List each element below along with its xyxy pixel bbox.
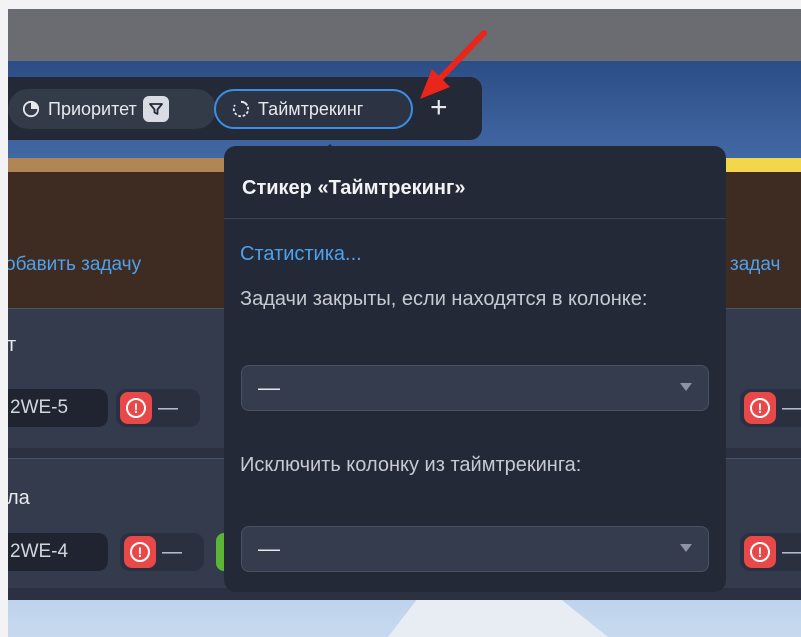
card-title: ла — [8, 487, 30, 509]
task-card[interactable]: ла 2WE-4 ! — — [8, 458, 230, 588]
ticket-id[interactable]: 2WE-5 — [8, 389, 108, 427]
popover-title: Стикер «Таймтрекинг» — [242, 177, 466, 199]
column-header-area — [8, 172, 230, 308]
app-frame: обавить задачу задач т 2WE-5 ! — ла 2WE-… — [8, 9, 801, 637]
filter-button[interactable] — [142, 96, 169, 122]
statistics-link[interactable]: Статистика... — [240, 243, 362, 266]
top-bar — [8, 9, 801, 61]
priority-chip[interactable]: Приоритет — [8, 89, 216, 129]
priority-value: — — [782, 540, 801, 563]
add-task-link[interactable]: обавить задачу — [8, 254, 141, 276]
priority-value: — — [162, 540, 182, 563]
task-card[interactable]: т 2WE-5 ! — — [8, 308, 230, 448]
dropdown-arrow-icon — [680, 383, 692, 391]
priority-field[interactable]: ! — — [120, 533, 204, 571]
alert-icon: ! — [124, 536, 156, 568]
priority-value: — — [158, 396, 178, 419]
pie-chart-icon — [22, 100, 40, 118]
priority-chip-label: Приоритет — [48, 98, 137, 119]
alert-icon: ! — [744, 392, 776, 424]
column-header-area — [720, 172, 801, 308]
priority-field[interactable]: ! — — [740, 389, 801, 427]
timer-icon — [232, 100, 250, 118]
task-card[interactable]: ! — — [720, 458, 801, 588]
task-card[interactable]: ! — — [720, 308, 801, 448]
dropdown-arrow-icon — [680, 544, 692, 552]
exclude-column-label: Исключить колонку из таймтрекинга: — [240, 454, 582, 476]
exclude-column-select[interactable]: — — [241, 526, 709, 572]
ticket-id[interactable]: 2WE-4 — [8, 533, 108, 571]
priority-value: — — [782, 396, 801, 419]
closed-column-select[interactable]: — — [241, 365, 709, 411]
select-value: — — [258, 375, 280, 400]
divider — [224, 218, 726, 219]
timetracking-chip[interactable]: Таймтрекинг — [214, 89, 413, 129]
priority-field[interactable]: ! — — [740, 533, 801, 571]
alert-icon: ! — [744, 536, 776, 568]
closed-column-label: Задачи закрыты, если находятся в колонке… — [240, 288, 648, 310]
select-value: — — [258, 536, 280, 561]
card-title: т — [8, 334, 17, 356]
alert-icon: ! — [120, 392, 152, 424]
filter-icon — [148, 103, 163, 115]
priority-field[interactable]: ! — — [116, 389, 200, 427]
add-task-link[interactable]: задач — [730, 254, 780, 276]
timetracking-chip-label: Таймтрекинг — [258, 98, 364, 119]
sticker-settings-popover: Стикер «Таймтрекинг» Статистика... Задач… — [224, 146, 726, 592]
annotation-arrow-icon — [420, 30, 487, 99]
